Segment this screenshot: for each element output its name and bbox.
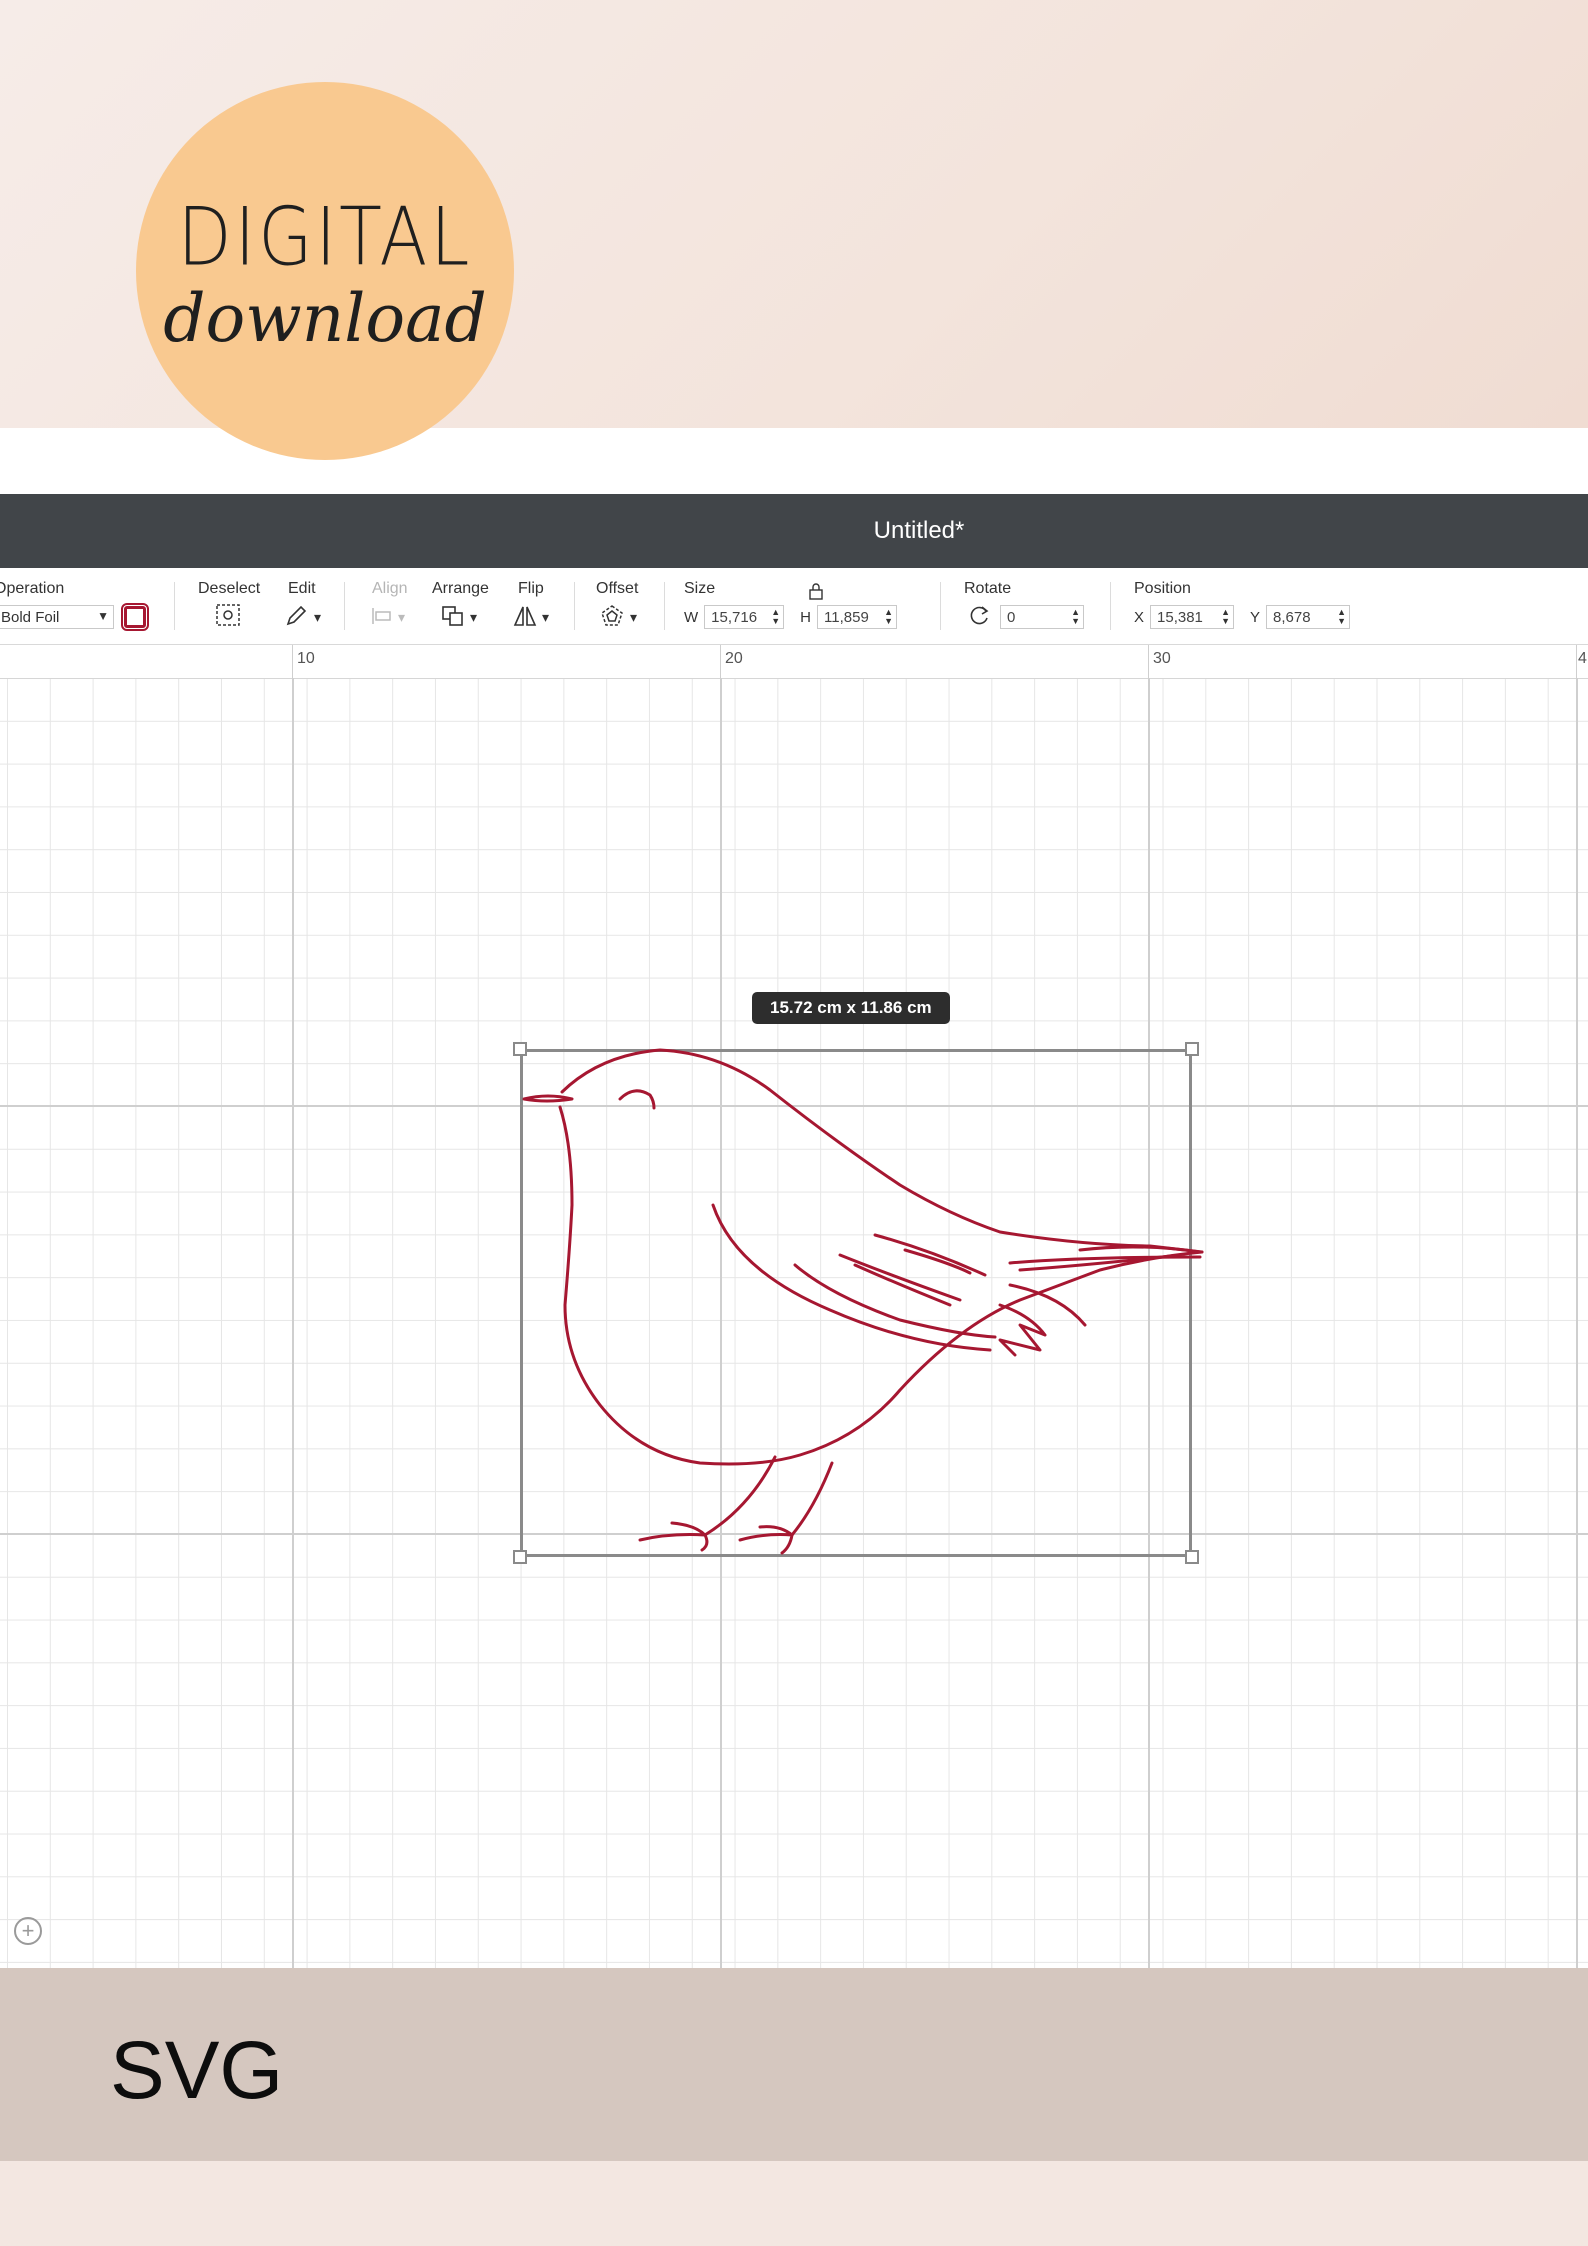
divider bbox=[940, 582, 941, 630]
y-value: 8,678 bbox=[1273, 608, 1311, 626]
offset-button[interactable]: ▾ bbox=[598, 604, 637, 630]
chevron-down-icon: ▾ bbox=[470, 608, 478, 625]
edit-button[interactable]: ▾ bbox=[284, 604, 321, 630]
rotate-group: Rotate 0 ▲ ▼ bbox=[964, 568, 1104, 644]
width-letter: W bbox=[684, 608, 699, 626]
deselect-button[interactable] bbox=[214, 602, 242, 633]
flip-label: Flip bbox=[518, 580, 544, 597]
width-value: 15,716 bbox=[711, 608, 758, 626]
position-label: Position bbox=[1134, 580, 1191, 597]
operation-label: Operation bbox=[0, 580, 65, 597]
align-icon bbox=[370, 605, 394, 630]
deselect-group: Deselect bbox=[198, 568, 268, 644]
rotate-icon[interactable] bbox=[966, 603, 992, 632]
stepper-icon[interactable]: ▲ ▼ bbox=[1071, 608, 1080, 626]
size-group: Size W 15,716 ▲ ▼ H 11,859 ▲ ▼ bbox=[684, 568, 934, 644]
x-field[interactable]: 15,381 ▲ ▼ bbox=[1150, 605, 1235, 629]
stepper-icon[interactable]: ▲ ▼ bbox=[1337, 608, 1346, 626]
align-label: Align bbox=[372, 580, 408, 597]
divider bbox=[344, 582, 345, 630]
digital-download-badge: DIGITAL download bbox=[136, 82, 514, 460]
size-label: Size bbox=[684, 580, 716, 597]
chevron-down-icon: ▾ bbox=[398, 608, 406, 625]
operation-select[interactable]: Bold Foil ▼ bbox=[0, 605, 114, 629]
flip-group: Flip ▾ bbox=[513, 568, 578, 644]
y-field[interactable]: 8,678 ▲ ▼ bbox=[1266, 605, 1351, 629]
align-button[interactable]: ▾ bbox=[370, 604, 405, 630]
rotate-label: Rotate bbox=[964, 580, 1012, 597]
position-group: Position X 15,381 ▲ ▼ Y 8,678 ▲ ▼ bbox=[1134, 568, 1394, 644]
deselect-label: Deselect bbox=[198, 580, 261, 597]
offset-group: Offset ▾ bbox=[596, 568, 656, 644]
height-letter: H bbox=[800, 608, 812, 626]
document-title: Untitled* bbox=[873, 517, 965, 544]
footer-background bbox=[0, 2161, 1588, 2246]
divider bbox=[174, 582, 175, 630]
flip-icon bbox=[512, 604, 538, 631]
rotate-value: 0 bbox=[1007, 608, 1016, 626]
file-format-label: SVG bbox=[110, 2025, 284, 2116]
width-field[interactable]: 15,716 ▲ ▼ bbox=[704, 605, 785, 629]
arrange-button[interactable]: ▾ bbox=[440, 604, 477, 630]
offset-icon bbox=[598, 603, 626, 632]
chevron-down-icon: ▾ bbox=[314, 608, 322, 625]
flip-button[interactable]: ▾ bbox=[512, 604, 549, 630]
stepper-icon[interactable]: ▲ ▼ bbox=[771, 608, 780, 626]
arrange-icon bbox=[440, 604, 466, 631]
badge-line-2: download bbox=[163, 279, 487, 357]
edit-group: Edit ▾ bbox=[286, 568, 348, 644]
x-letter: X bbox=[1134, 608, 1145, 626]
divider bbox=[664, 582, 665, 630]
y-letter: Y bbox=[1250, 608, 1261, 626]
divider bbox=[574, 582, 575, 630]
arrange-group: Arrange ▾ bbox=[432, 568, 502, 644]
arrange-label: Arrange bbox=[432, 580, 489, 597]
operation-group: Operation Bold Foil ▼ bbox=[0, 568, 170, 644]
pencil-icon bbox=[284, 604, 310, 631]
bird-line-drawing[interactable] bbox=[0, 645, 1588, 1968]
badge-line-1: DIGITAL bbox=[177, 189, 473, 284]
chevron-down-icon: ▾ bbox=[542, 608, 550, 625]
align-group: Align ▾ bbox=[370, 568, 420, 644]
design-canvas[interactable]: 10 20 30 4 15.72 cm x 11.86 cm + bbox=[0, 645, 1588, 1968]
lock-icon[interactable] bbox=[808, 582, 824, 605]
title-bar: Untitled* bbox=[0, 494, 1588, 568]
x-value: 15,381 bbox=[1157, 608, 1203, 626]
offset-label: Offset bbox=[596, 580, 639, 597]
chevron-down-icon: ▾ bbox=[630, 608, 638, 625]
zoom-in-icon[interactable]: + bbox=[14, 1917, 42, 1945]
chevron-down-icon: ▼ bbox=[97, 609, 109, 623]
deselect-icon bbox=[214, 602, 242, 633]
height-field[interactable]: 11,859 ▲ ▼ bbox=[817, 605, 898, 629]
divider bbox=[1110, 582, 1111, 630]
rotate-field[interactable]: 0 ▲ ▼ bbox=[1000, 605, 1084, 629]
operation-value: Bold Foil bbox=[1, 608, 60, 626]
height-value: 11,859 bbox=[824, 608, 869, 626]
edit-toolbar: Operation Bold Foil ▼ Deselect Edit ▾ Al… bbox=[0, 568, 1588, 645]
stepper-icon[interactable]: ▲ ▼ bbox=[1221, 608, 1230, 626]
edit-label: Edit bbox=[288, 580, 316, 597]
stepper-icon[interactable]: ▲ ▼ bbox=[884, 608, 893, 626]
operation-color-swatch[interactable] bbox=[121, 603, 149, 631]
